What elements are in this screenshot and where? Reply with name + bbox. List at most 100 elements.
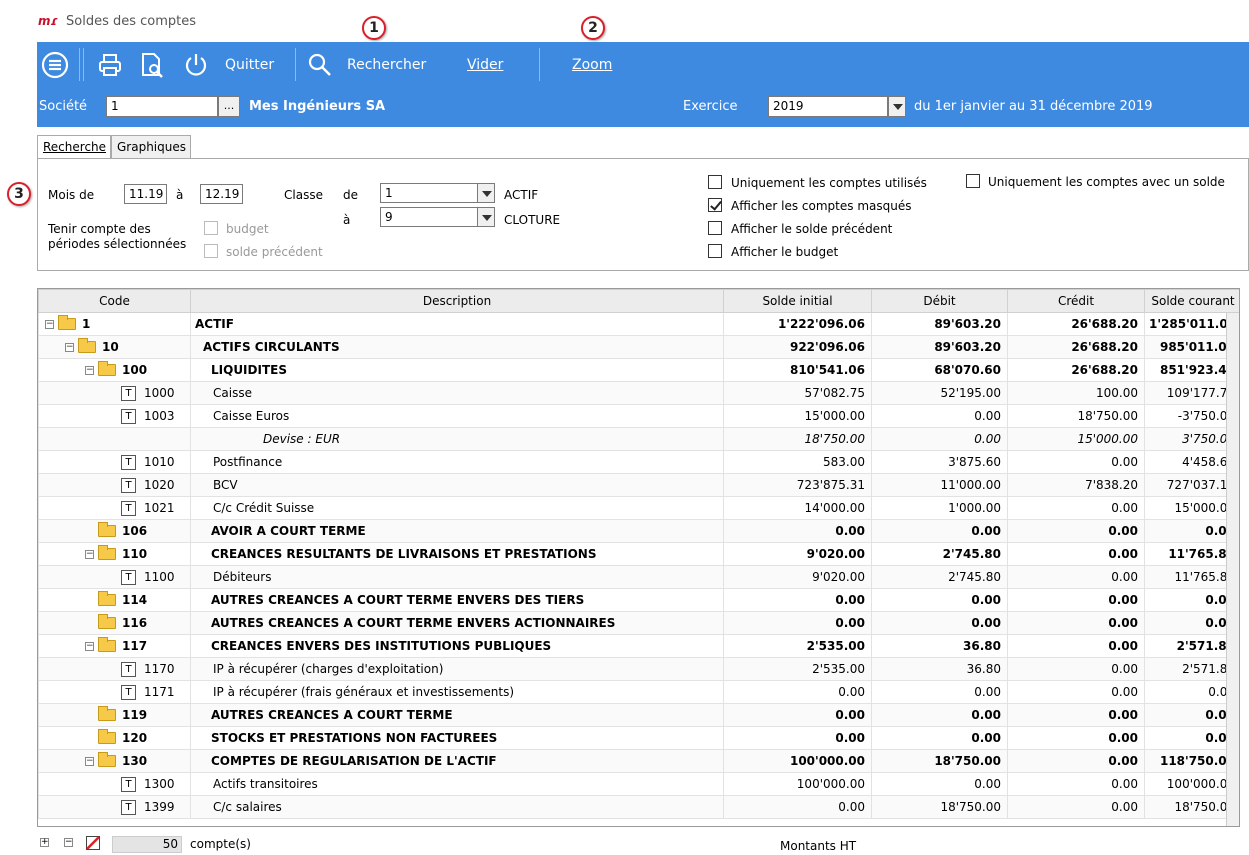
month-to-input[interactable]: 12.19 (200, 184, 243, 204)
tree-expander-icon[interactable]: − (45, 319, 54, 329)
quit-button[interactable]: Quitter (225, 42, 274, 87)
table-row[interactable]: T 1000 Caisse 57'082.75 52'195.00 100.00 109'1… (38, 381, 1239, 405)
cell-code: T 1010 (38, 450, 191, 474)
cell-code: 120 (38, 726, 191, 750)
cell-debit: 0.00 (871, 726, 1008, 750)
search-panel: Mois de 11.19 à 12.19 Classe de 1 ACTIF … (37, 158, 1249, 271)
table-row[interactable]: − 117 CREANCES ENVERS DES INSTITUTIONS PUB… (38, 634, 1239, 658)
col-credit[interactable]: Crédit (1007, 289, 1145, 313)
clear-button[interactable]: Vider (467, 42, 503, 87)
table-row[interactable]: T 1171 IP à récupérer (frais généraux et i… (38, 680, 1239, 704)
table-row[interactable]: −1 ACTIF 1'222'096.06 89'603.20 26'688.20 1'2… (38, 312, 1239, 336)
search-button[interactable]: Rechercher (347, 42, 426, 87)
table-row[interactable]: − 130 COMPTES DE REGULARISATION DE L'ACTIF… (38, 749, 1239, 773)
class-from-dropdown-icon[interactable] (477, 183, 495, 203)
table-row[interactable]: T 1021 C/c Crédit Suisse 14'000.00 1'000.00 0… (38, 496, 1239, 520)
table-row[interactable]: T 1100 Débiteurs 9'020.00 2'745.80 0.00 11'765… (38, 565, 1239, 589)
table-row[interactable]: T 1399 C/c salaires 0.00 18'750.00 0.00 18'750… (38, 795, 1239, 819)
cell-code: T 1021 (38, 496, 191, 520)
account-code: 117 (122, 639, 148, 653)
table-row[interactable]: − 110 CREANCES RESULTANTS DE LIVRAISONS ET… (38, 542, 1239, 566)
used-accounts-checkbox[interactable] (708, 175, 722, 189)
cell-code: − 110 (38, 542, 191, 566)
account-code: 106 (122, 524, 148, 538)
table-row[interactable]: T 1170 IP à récupérer (charges d'exploitat… (38, 657, 1239, 681)
table-row[interactable]: T 1010 Postfinance 583.00 3'875.60 0.00 4'458.… (38, 450, 1239, 474)
account-code: 114 (122, 593, 148, 607)
col-debit[interactable]: Débit (871, 289, 1008, 313)
tab-graphiques[interactable]: Graphiques (111, 135, 191, 159)
account-type-icon: T (121, 569, 136, 585)
toolbar: Quitter Rechercher Vider Zoom (37, 42, 1249, 87)
class-from-select[interactable]: 1 (380, 183, 478, 203)
cell-debit: 0.00 (871, 611, 1008, 635)
table-row[interactable]: 106 AVOIR A COURT TERME 0.00 0.00 0.00 0.00 (38, 519, 1239, 543)
cell-initial-balance: 2'535.00 (723, 634, 872, 658)
expand-all-icon[interactable]: + (40, 838, 49, 847)
print-icon[interactable] (97, 42, 123, 87)
col-initial-balance[interactable]: Solde initial (723, 289, 872, 313)
col-current-balance[interactable]: Solde courant (1144, 289, 1239, 313)
cell-debit: 11'000.00 (871, 473, 1008, 497)
masked-accounts-label: Afficher les comptes masqués (731, 199, 912, 213)
power-icon[interactable] (183, 42, 209, 87)
show-budget-checkbox[interactable] (708, 244, 722, 258)
search-icon[interactable] (308, 42, 332, 87)
budget-checkbox[interactable] (204, 221, 218, 235)
table-row[interactable]: 119 AUTRES CREANCES A COURT TERME 0.00 0.00… (38, 703, 1239, 727)
class-to-dropdown-icon[interactable] (477, 207, 495, 227)
tree-expander-icon[interactable]: − (85, 365, 94, 375)
table-row[interactable]: 120 STOCKS ET PRESTATIONS NON FACTUREES 0.… (38, 726, 1239, 750)
filter-off-icon[interactable] (86, 836, 100, 850)
table-row[interactable]: − 10 ACTIFS CIRCULANTS 922'096.06 89'603.20 2… (38, 335, 1239, 359)
menu-icon[interactable] (41, 42, 69, 87)
table-row[interactable]: − 100 LIQUIDITES 810'541.06 68'070.60 26'688.… (38, 358, 1239, 382)
cell-credit: 0.00 (1007, 680, 1145, 704)
cell-credit: 0.00 (1007, 565, 1145, 589)
company-input[interactable]: 1 (106, 96, 218, 117)
cell-credit: 26'688.20 (1007, 358, 1145, 382)
cell-description: Actifs transitoires (190, 772, 724, 796)
table-row[interactable]: T 1300 Actifs transitoires 100'000.00 0.00 0.… (38, 772, 1239, 796)
cell-description: CREANCES RESULTANTS DE LIVRAISONS ET PRE… (190, 542, 724, 566)
masked-accounts-checkbox[interactable] (708, 198, 722, 212)
table-row[interactable]: 116 AUTRES CREANCES A COURT TERME ENVERS … (38, 611, 1239, 635)
preview-icon[interactable] (139, 42, 165, 87)
table-row[interactable]: 114 AUTRES CREANCES A COURT TERME ENVERS … (38, 588, 1239, 612)
month-from-input[interactable]: 11.19 (124, 184, 167, 204)
table-row[interactable]: T 1020 BCV 723'875.31 11'000.00 7'838.20 727'0… (38, 473, 1239, 497)
col-code[interactable]: Code (38, 289, 191, 313)
table-row[interactable]: T 1003 Caisse Euros 15'000.00 0.00 18'750.00-… (38, 404, 1239, 428)
class-to-select[interactable]: 9 (380, 207, 478, 227)
cell-initial-balance: 0.00 (723, 680, 872, 704)
prev-balance-checkbox[interactable] (204, 244, 218, 258)
cell-code: − 10 (38, 335, 191, 359)
fiscal-select[interactable]: 2019 (768, 96, 888, 117)
account-type-icon: T (121, 385, 136, 401)
tab-recherche[interactable]: Recherche (37, 135, 111, 160)
show-budget-label: Afficher le budget (731, 245, 839, 259)
cell-credit: 0.00 (1007, 450, 1145, 474)
tree-expander-icon[interactable]: − (85, 756, 94, 766)
cell-code: − 130 (38, 749, 191, 773)
cell-code (38, 427, 191, 451)
cell-initial-balance: 15'000.00 (723, 404, 872, 428)
folder-icon (98, 706, 116, 721)
company-name: Mes Ingénieurs SA (249, 99, 386, 114)
tree-expander-icon[interactable]: − (85, 641, 94, 651)
tree-expander-icon[interactable]: − (85, 549, 94, 559)
collapse-all-icon[interactable]: − (64, 838, 73, 847)
account-code: 1 (82, 317, 91, 331)
table-row[interactable]: Devise : EUR 18'750.00 0.00 15'000.00 3'750.… (38, 427, 1239, 451)
fiscal-dropdown-icon[interactable] (888, 96, 906, 117)
show-prev-balance-checkbox[interactable] (708, 221, 722, 235)
col-description[interactable]: Description (190, 289, 724, 313)
grid-scrollbar[interactable] (1226, 313, 1239, 826)
cell-code: − 100 (38, 358, 191, 382)
zoom-button[interactable]: Zoom (572, 42, 612, 87)
cell-credit: 0.00 (1007, 542, 1145, 566)
company-lookup-button[interactable]: ... (218, 96, 240, 117)
with-balance-checkbox[interactable] (966, 174, 980, 188)
cell-debit: 2'745.80 (871, 565, 1008, 589)
tree-expander-icon[interactable]: − (65, 342, 74, 352)
